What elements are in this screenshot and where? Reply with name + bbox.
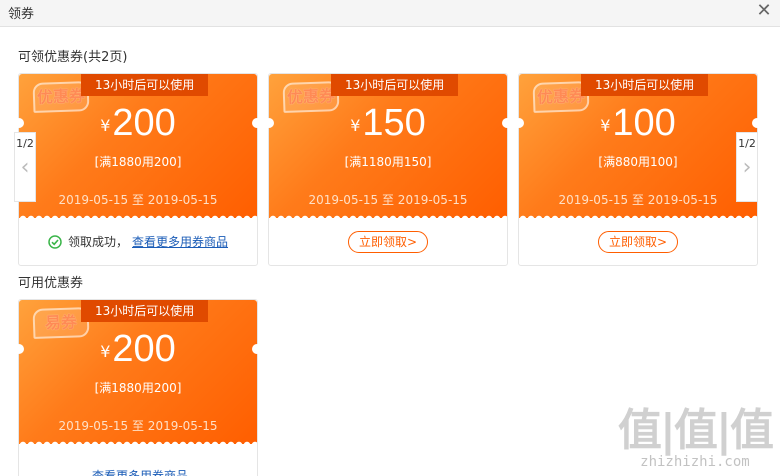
coupon-notch <box>502 118 512 128</box>
coupon-face: 易券 13小时后可以使用 ¥200 [满1880用200] 2019-05-15… <box>19 300 257 444</box>
coupon-notch <box>752 118 762 128</box>
coupon-value: 200 <box>112 328 176 370</box>
coupon-notch <box>252 118 262 128</box>
coupon-badge: 13小时后可以使用 <box>331 74 459 96</box>
coupon-condition: [满1880用200] <box>94 155 182 169</box>
claim-now-button[interactable]: 立即领取> <box>597 230 679 253</box>
coupon-value: 200 <box>112 102 176 144</box>
coupon-card: 优惠券 13小时后可以使用 ¥150 [满1180用150] 2019-05-1… <box>264 73 512 266</box>
next-page-button[interactable]: 1/2 › <box>736 132 758 202</box>
coupon-footer: 立即领取> <box>269 218 507 265</box>
usable-section-title: 可用优惠券 <box>18 276 84 291</box>
claim-now-button[interactable]: 立即领取> <box>347 230 429 253</box>
currency-symbol: ¥ <box>100 342 111 361</box>
claim-success-text: 领取成功， <box>67 235 128 249</box>
coupon-notch <box>264 118 274 128</box>
watermark-url: zhizhizhi.com <box>640 454 750 470</box>
chevron-left-icon: ‹ <box>20 155 30 180</box>
coupon-badge: 13小时后可以使用 <box>81 74 209 96</box>
coupon-dates: 2019-05-15 至 2019-05-15 <box>58 193 218 207</box>
dialog-titlebar: 领券 ✕ <box>0 0 780 27</box>
coupon-condition: [满880用100] <box>598 155 678 169</box>
coupon-notch <box>14 344 24 354</box>
coupon-condition: [满1880用200] <box>94 381 182 395</box>
chevron-right-icon: › <box>742 155 752 180</box>
coupon-dates: 2019-05-15 至 2019-05-15 <box>308 193 468 207</box>
watermark-logo: 值|值|值 <box>617 405 774 456</box>
coupon-value: 150 <box>362 102 426 144</box>
coupon-amount: ¥200 <box>19 102 257 145</box>
coupon-card: 易券 13小时后可以使用 ¥200 [满1880用200] 2019-05-15… <box>14 299 262 476</box>
coupon-badge: 13小时后可以使用 <box>581 74 709 96</box>
coupon-dates: 2019-05-15 至 2019-05-15 <box>558 193 718 207</box>
more-products-link[interactable]: 查看更多用券商品 <box>132 233 228 250</box>
close-icon[interactable]: ✕ <box>754 1 774 21</box>
coupon-footer: 领取成功， 查看更多用券商品 <box>19 218 257 265</box>
coupon-card: 优惠券 13小时后可以使用 ¥100 [满880用100] 2019-05-15… <box>514 73 762 266</box>
coupon-amount: ¥100 <box>519 102 757 145</box>
coupon-amount: ¥150 <box>269 102 507 145</box>
claim-success: 领取成功， <box>48 233 128 250</box>
coupon-face: 优惠券 13小时后可以使用 ¥200 [满1880用200] 2019-05-1… <box>19 74 257 218</box>
currency-symbol: ¥ <box>600 116 611 135</box>
coupon-condition: [满1180用150] <box>344 155 432 169</box>
coupon-footer: 立即领取> <box>519 218 757 265</box>
coupon-notch <box>252 344 262 354</box>
currency-symbol: ¥ <box>350 116 361 135</box>
prev-page-button[interactable]: 1/2 ‹ <box>14 132 36 202</box>
more-products-link[interactable]: 查看更多用券商品 <box>92 467 188 476</box>
dialog-title: 领券 <box>8 7 35 22</box>
coupon-notch <box>514 118 524 128</box>
prev-page-label: 1/2 <box>16 137 34 150</box>
claimable-section-title: 可领优惠券(共2页) <box>18 50 128 65</box>
next-page-label: 1/2 <box>738 137 756 150</box>
currency-symbol: ¥ <box>100 116 111 135</box>
coupon-badge: 13小时后可以使用 <box>81 300 209 322</box>
check-circle-icon <box>48 234 62 249</box>
coupon-face: 优惠券 13小时后可以使用 ¥150 [满1180用150] 2019-05-1… <box>269 74 507 218</box>
coupon-card: 优惠券 13小时后可以使用 ¥200 [满1880用200] 2019-05-1… <box>14 73 262 266</box>
coupon-dates: 2019-05-15 至 2019-05-15 <box>58 419 218 433</box>
coupon-face: 优惠券 13小时后可以使用 ¥100 [满880用100] 2019-05-15… <box>519 74 757 218</box>
site-watermark: 值|值|值 zhizhizhi.com <box>617 405 774 471</box>
coupon-footer: 查看更多用券商品 <box>19 444 257 476</box>
coupon-amount: ¥200 <box>19 328 257 371</box>
coupon-notch <box>14 118 24 128</box>
coupon-value: 100 <box>612 102 676 144</box>
